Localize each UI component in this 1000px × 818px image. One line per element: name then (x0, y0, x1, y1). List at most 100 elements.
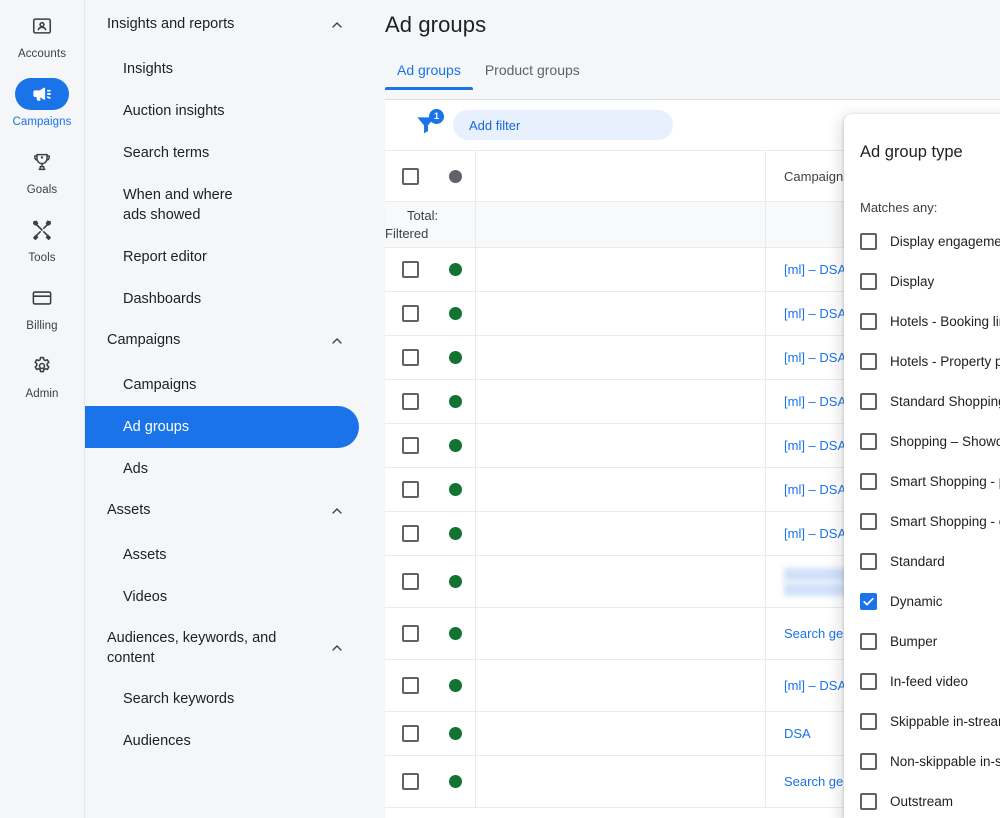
filter-option-skippable-in-stream[interactable]: Skippable in-stream (844, 701, 1000, 741)
sidebar-item-search-keywords[interactable]: Search keywords (85, 678, 359, 720)
nav-section-assets[interactable]: Assets (85, 490, 371, 534)
checkbox-box (401, 305, 419, 322)
total-label: Total: Filtered (385, 207, 439, 241)
filter-option-non-skippable-in-stream[interactable]: Non-skippable in-stream (844, 741, 1000, 781)
campaign-link[interactable]: DSA (784, 726, 811, 741)
tab-product-groups[interactable]: Product groups (473, 52, 592, 90)
status-dot-icon (448, 263, 462, 276)
option-checkbox[interactable] (860, 712, 877, 730)
row-checkbox[interactable] (385, 573, 435, 590)
row-checkbox[interactable] (385, 437, 435, 454)
sidebar-item-videos[interactable]: Videos (85, 576, 359, 618)
sidebar-item-ad-groups[interactable]: Ad groups (85, 406, 359, 448)
sidebar-item-audiences[interactable]: Audiences (85, 720, 359, 762)
secondary-nav: Insights and reports Insights Auction in… (85, 0, 371, 818)
select-all-checkbox[interactable] (385, 167, 435, 185)
filter-option-bumper[interactable]: Bumper (844, 621, 1000, 661)
option-checkbox[interactable] (860, 632, 877, 650)
row-checkbox[interactable] (385, 393, 435, 410)
row-ad-group-cell (475, 248, 765, 291)
checkbox-box (401, 525, 419, 542)
row-checkbox[interactable] (385, 305, 435, 322)
status-dot-icon (448, 727, 462, 740)
row-ad-group-cell (475, 756, 765, 807)
option-checkbox[interactable] (860, 552, 877, 570)
option-checkbox[interactable] (860, 352, 877, 370)
column-header-ad-group[interactable] (475, 151, 765, 201)
sidebar-item-report-editor[interactable]: Report editor (85, 236, 359, 278)
row-status-dot (435, 483, 475, 496)
filter-option-dynamic[interactable]: Dynamic (844, 581, 1000, 621)
option-checkbox[interactable] (860, 672, 877, 690)
sidebar-item-ads[interactable]: Ads (85, 448, 359, 490)
sidebar-item-campaigns[interactable]: Campaigns (85, 364, 359, 406)
filter-option-smart-shopping-product[interactable]: Smart Shopping - product (844, 461, 1000, 501)
filter-funnel-icon[interactable]: 1 (413, 109, 444, 138)
status-dot-icon (448, 527, 462, 540)
rail-item-tools[interactable]: Tools (0, 206, 85, 274)
matches-any-label: Matches any: (860, 200, 938, 215)
nav-section-campaigns[interactable]: Campaigns (85, 320, 371, 364)
option-checkbox[interactable] (860, 432, 877, 450)
sidebar-item-dashboards[interactable]: Dashboards (85, 278, 359, 320)
nav-section-audiences-keywords-content[interactable]: Audiences, keywords, and content (85, 618, 371, 678)
sidebar-item-insights[interactable]: Insights (85, 48, 359, 90)
sidebar-item-search-terms[interactable]: Search terms (85, 132, 359, 174)
row-checkbox[interactable] (385, 525, 435, 542)
filter-option-display-engagement[interactable]: Display engagement (844, 221, 1000, 261)
tab-ad-groups[interactable]: Ad groups (385, 52, 473, 90)
checkbox-box (401, 167, 419, 185)
add-filter-chip[interactable]: Add filter (453, 110, 673, 140)
option-checkbox[interactable] (860, 512, 877, 530)
sidebar-item-assets[interactable]: Assets (85, 534, 359, 576)
nav-section-insights-and-reports[interactable]: Insights and reports (85, 4, 371, 48)
row-checkbox[interactable] (385, 261, 435, 278)
option-checkbox[interactable] (860, 272, 877, 290)
row-checkbox[interactable] (385, 481, 435, 498)
row-checkbox[interactable] (385, 349, 435, 366)
row-status-dot (435, 727, 475, 740)
status-dot-icon (448, 439, 462, 452)
row-ad-group-cell (475, 380, 765, 423)
sidebar-item-auction-insights[interactable]: Auction insights (85, 90, 359, 132)
rail-item-accounts[interactable]: Accounts (0, 2, 85, 70)
rail-item-goals[interactable]: Goals (0, 138, 85, 206)
option-checkbox[interactable] (860, 592, 877, 610)
row-ad-group-cell (475, 608, 765, 659)
filter-option-standard-shopping-product[interactable]: Standard Shopping - product (844, 381, 1000, 421)
option-label: Skippable in-stream (890, 713, 1000, 729)
google-ads-app: Accounts Campaigns Goals Tools Billing A… (0, 0, 1000, 818)
row-ad-group-cell (475, 424, 765, 467)
filter-option-display[interactable]: Display (844, 261, 1000, 301)
rail-label-billing: Billing (26, 320, 58, 332)
rail-item-campaigns[interactable]: Campaigns (0, 70, 85, 138)
option-label: Non-skippable in-stream (890, 753, 1000, 769)
rail-pill-accounts (15, 10, 69, 42)
option-checkbox[interactable] (860, 392, 877, 410)
rail-label-tools: Tools (28, 252, 56, 264)
row-checkbox[interactable] (385, 773, 435, 790)
rail-item-billing[interactable]: Billing (0, 274, 85, 342)
filter-option-hotels-booking-link[interactable]: Hotels - Booking link (844, 301, 1000, 341)
option-checkbox[interactable] (860, 792, 877, 810)
option-checkbox[interactable] (860, 312, 877, 330)
option-checkbox[interactable] (860, 472, 877, 490)
goals-trophy-icon (31, 151, 53, 173)
option-checkbox[interactable] (860, 232, 877, 250)
nav-section-label: Assets (107, 502, 151, 518)
row-checkbox[interactable] (385, 725, 435, 742)
checkbox-box (401, 349, 419, 366)
billing-card-icon (31, 287, 53, 309)
filter-option-hotels-property-promotion[interactable]: Hotels - Property promotion (844, 341, 1000, 381)
filter-option-shopping-showcase[interactable]: Shopping – Showcase (844, 421, 1000, 461)
filter-option-smart-shopping-collection[interactable]: Smart Shopping - collection (844, 501, 1000, 541)
option-checkbox[interactable] (860, 752, 877, 770)
filter-option-standard[interactable]: Standard (844, 541, 1000, 581)
sidebar-item-when-and-where-ads-showed[interactable]: When and where ads showed (85, 174, 275, 236)
filter-option-outstream[interactable]: Outstream (844, 781, 1000, 818)
rail-item-admin[interactable]: Admin (0, 342, 85, 410)
filter-option-in-feed-video[interactable]: In-feed video (844, 661, 1000, 701)
row-checkbox[interactable] (385, 677, 435, 694)
checkbox-box (401, 573, 419, 590)
row-checkbox[interactable] (385, 625, 435, 642)
